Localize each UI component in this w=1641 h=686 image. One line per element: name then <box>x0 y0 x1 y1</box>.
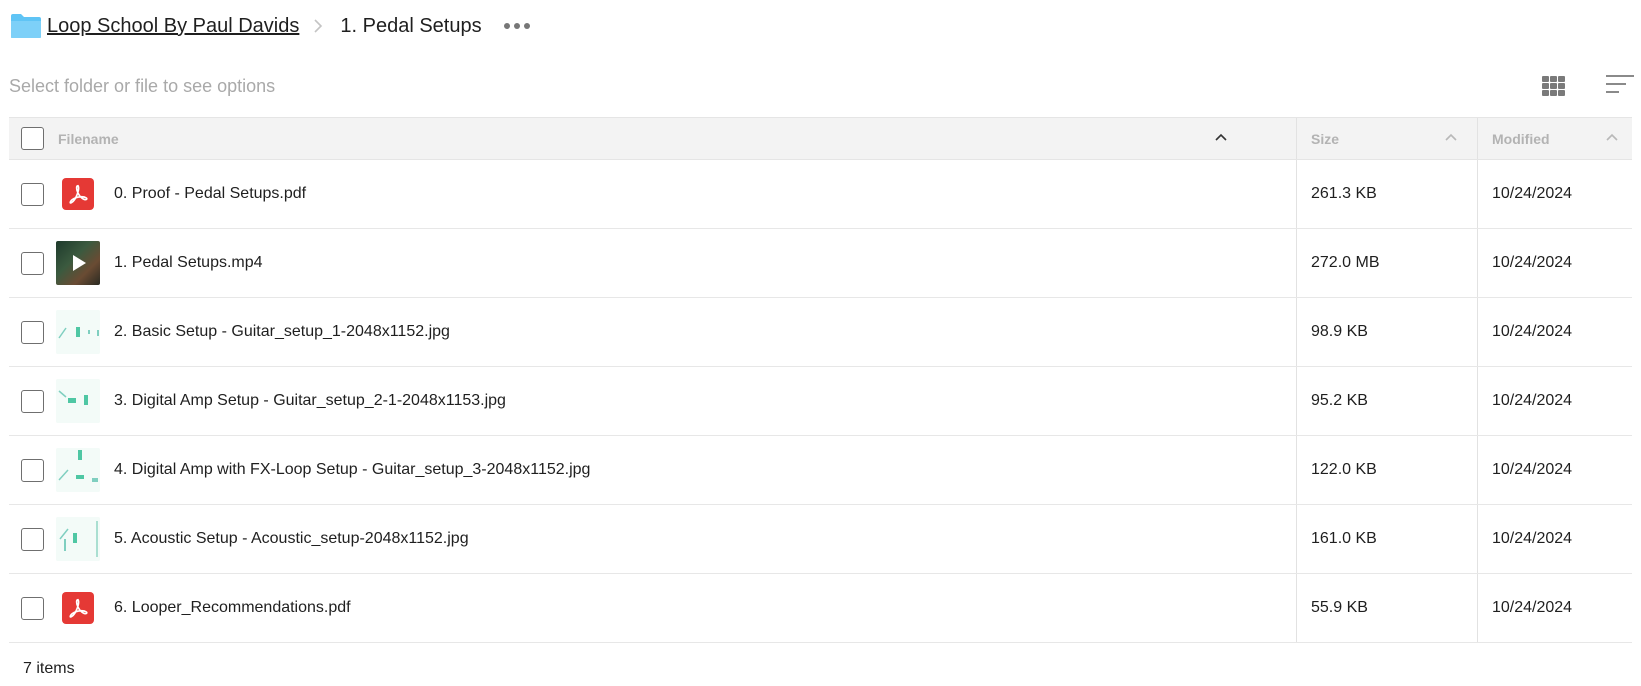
grid-view-icon[interactable] <box>1542 76 1566 96</box>
file-size: 55.9 KB <box>1297 574 1478 642</box>
table-header: Filename Size Modified <box>9 117 1632 160</box>
item-count: 7 items <box>23 660 75 677</box>
table-row[interactable]: 1. Pedal Setups.mp4 272.0 MB 10/24/2024 <box>9 229 1632 298</box>
file-modified: 10/24/2024 <box>1492 461 1573 478</box>
dot-icon <box>513 23 520 29</box>
image-thumbnail <box>56 448 100 492</box>
table-row[interactable]: 0. Proof - Pedal Setups.pdf 261.3 KB 10/… <box>9 160 1632 229</box>
header-modified: Modified <box>1478 118 1632 159</box>
table-row[interactable]: 6. Looper_Recommendations.pdf 55.9 KB 10… <box>9 574 1632 643</box>
file-name[interactable]: 6. Looper_Recommendations.pdf <box>114 599 351 617</box>
row-checkbox[interactable] <box>21 527 44 551</box>
row-checkbox[interactable] <box>21 596 44 620</box>
dot-icon <box>523 23 530 29</box>
file-name[interactable]: 4. Digital Amp with FX-Loop Setup - Guit… <box>114 461 590 479</box>
chevron-up-icon[interactable] <box>1606 133 1618 141</box>
file-name[interactable]: 2. Basic Setup - Guitar_setup_1-2048x115… <box>114 323 450 341</box>
file-table: Filename Size Modified 0. Proof - Pedal … <box>9 117 1632 643</box>
header-filename: Filename <box>9 118 1297 159</box>
file-size: 98.9 KB <box>1297 298 1478 366</box>
select-all-checkbox[interactable] <box>21 127 44 150</box>
row-checkbox[interactable] <box>21 458 44 482</box>
breadcrumb-current: 1. Pedal Setups <box>340 14 482 37</box>
image-thumbnail <box>56 517 100 561</box>
file-modified: 10/24/2024 <box>1492 323 1573 340</box>
chevron-right-icon <box>314 19 323 33</box>
chevron-up-icon[interactable] <box>1445 133 1457 141</box>
play-icon <box>73 255 86 271</box>
row-checkbox[interactable] <box>21 182 44 206</box>
file-size: 95.2 KB <box>1297 367 1478 435</box>
file-modified: 10/24/2024 <box>1492 254 1573 271</box>
file-name[interactable]: 0. Proof - Pedal Setups.pdf <box>114 185 306 203</box>
file-name[interactable]: 5. Acoustic Setup - Acoustic_setup-2048x… <box>114 530 469 548</box>
more-options-button[interactable] <box>503 19 530 33</box>
image-thumbnail <box>56 379 100 423</box>
pdf-icon <box>62 178 94 210</box>
file-name[interactable]: 1. Pedal Setups.mp4 <box>114 254 263 272</box>
file-modified: 10/24/2024 <box>1492 392 1573 409</box>
file-size: 261.3 KB <box>1297 160 1478 228</box>
table-row[interactable]: 2. Basic Setup - Guitar_setup_1-2048x115… <box>9 298 1632 367</box>
filename-header-label[interactable]: Filename <box>58 131 119 147</box>
header-size: Size <box>1297 118 1478 159</box>
image-thumbnail <box>56 310 100 354</box>
file-size: 122.0 KB <box>1297 436 1478 504</box>
file-size: 161.0 KB <box>1297 505 1478 573</box>
row-checkbox[interactable] <box>21 320 44 344</box>
breadcrumb-root-link[interactable]: Loop School By Paul Davids <box>47 15 299 38</box>
table-row[interactable]: 4. Digital Amp with FX-Loop Setup - Guit… <box>9 436 1632 505</box>
breadcrumb: Loop School By Paul Davids 1. Pedal Setu… <box>9 10 530 42</box>
table-row[interactable]: 3. Digital Amp Setup - Guitar_setup_2-1-… <box>9 367 1632 436</box>
chevron-up-icon[interactable] <box>1215 133 1227 141</box>
row-checkbox[interactable] <box>21 389 44 413</box>
pdf-icon <box>62 592 94 624</box>
folder-icon <box>11 14 41 38</box>
file-name[interactable]: 3. Digital Amp Setup - Guitar_setup_2-1-… <box>114 392 506 410</box>
video-thumbnail <box>56 241 100 285</box>
file-size: 272.0 MB <box>1297 229 1478 297</box>
modified-header-label[interactable]: Modified <box>1492 131 1550 147</box>
table-row[interactable]: 5. Acoustic Setup - Acoustic_setup-2048x… <box>9 505 1632 574</box>
file-modified: 10/24/2024 <box>1492 599 1573 616</box>
dot-icon <box>503 23 510 29</box>
selection-hint: Select folder or file to see options <box>9 76 276 96</box>
row-checkbox[interactable] <box>21 251 44 275</box>
size-header-label[interactable]: Size <box>1311 131 1339 147</box>
sort-icon[interactable] <box>1606 75 1634 95</box>
file-modified: 10/24/2024 <box>1492 185 1573 202</box>
file-modified: 10/24/2024 <box>1492 530 1573 547</box>
